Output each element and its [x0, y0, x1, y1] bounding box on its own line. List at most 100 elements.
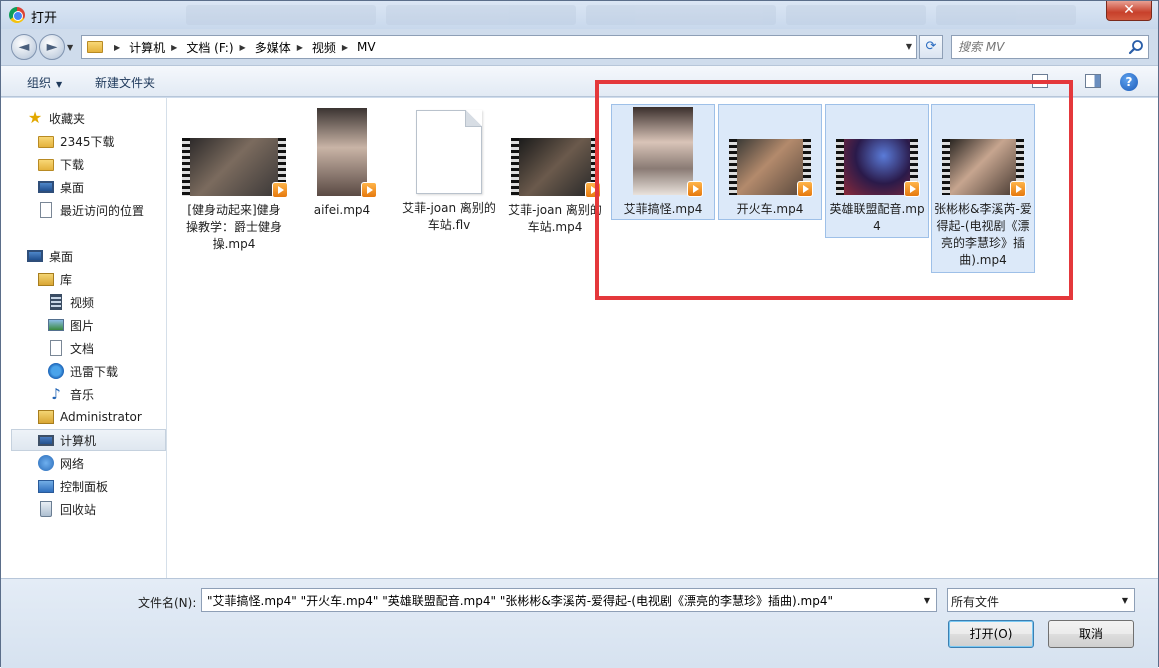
chevron-down-icon: ▼ [56, 80, 63, 89]
forward-button[interactable]: ► [39, 34, 65, 60]
organize-button[interactable]: 组织 ▼ [27, 74, 62, 91]
search-icon[interactable] [1128, 39, 1144, 55]
background-browser-tabs [186, 5, 1086, 25]
sidebar-item-computer[interactable]: 计算机 [11, 429, 166, 451]
computer-icon [38, 434, 54, 446]
file-item[interactable]: 张彬彬&李溪芮-爱得起-(电视剧《漂亮的李慧珍》插曲).mp4 [931, 104, 1035, 273]
sidebar-item-label: 网络 [60, 456, 85, 471]
sidebar-item-label: 桌面 [60, 180, 85, 195]
change-view-icon[interactable] [1032, 74, 1048, 88]
sidebar-item-label: Administrator [60, 410, 142, 424]
sidebar-item-label: 最近访问的位置 [60, 203, 145, 218]
recent-pages-chevron-down-icon[interactable]: ▼ [67, 43, 73, 52]
file-type-value: 所有文件 [951, 595, 1000, 609]
navigation-pane: ★ 收藏夹 2345下载 下载 桌面 最近访问的位置 桌面 库 视频 图片 文档… [1, 98, 167, 578]
play-icon [585, 182, 601, 198]
sidebar-item-label: 收藏夹 [49, 111, 86, 126]
filename-label: 文件名(N): [138, 596, 197, 610]
file-list: [健身动起来]健身操教学：爵士健身操.mp4 aifei.mp4 艾菲-joan… [168, 98, 1158, 578]
open-file-dialog: 打开 ✕ ◄ ► ▼ ▶ 计算机 ▶ 文档 (F:) ▶ 多媒体 ▶ 视频 ▶ … [0, 0, 1159, 668]
play-icon [361, 182, 377, 198]
library-icon [38, 272, 54, 286]
chevron-down-icon: ▼ [1121, 596, 1128, 605]
file-item[interactable]: aifei.mp4 [290, 108, 394, 219]
organize-label: 组织 [27, 76, 52, 90]
sidebar-item-label: 库 [60, 272, 73, 287]
filename-combobox[interactable]: ▼ [201, 588, 937, 612]
chevron-right-icon[interactable]: ▶ [114, 43, 120, 52]
file-type-select[interactable]: 所有文件 ▼ [947, 588, 1135, 612]
recent-places-icon [40, 202, 52, 218]
sidebar-item-label: 迅雷下载 [70, 364, 119, 379]
breadcrumb: ▶ 计算机 ▶ 文档 (F:) ▶ 多媒体 ▶ 视频 ▶ MV [108, 36, 376, 58]
breadcrumb-drive-f[interactable]: 文档 (F:) [186, 39, 233, 56]
file-name: 张彬彬&李溪芮-爱得起-(电视剧《漂亮的李慧珍》插曲).mp4 [934, 202, 1032, 267]
video-thumbnail [182, 138, 288, 198]
breadcrumb-video[interactable]: 视频 [312, 39, 336, 56]
video-thumbnail [633, 107, 703, 197]
control-panel-icon [38, 479, 54, 493]
file-item[interactable]: [健身动起来]健身操教学：爵士健身操.mp4 [182, 138, 288, 253]
close-button[interactable]: ✕ [1106, 1, 1152, 21]
chevron-right-icon[interactable]: ▶ [171, 43, 177, 52]
chevron-right-icon[interactable]: ▶ [342, 43, 348, 52]
cancel-button[interactable]: 取消 [1048, 620, 1134, 648]
sidebar-item-label: 控制面板 [60, 479, 109, 494]
user-folder-icon [38, 410, 54, 424]
download-icon [48, 363, 64, 379]
sidebar-item-label: 视频 [70, 295, 95, 310]
breadcrumb-computer[interactable]: 计算机 [129, 39, 165, 56]
music-icon: ♪ [51, 385, 61, 403]
sidebar-item-desktop[interactable]: 桌面 [27, 245, 191, 267]
help-icon[interactable]: ? [1120, 73, 1138, 91]
back-button[interactable]: ◄ [11, 34, 37, 60]
search-box[interactable] [951, 35, 1149, 59]
chevron-down-icon[interactable]: ▼ [924, 596, 930, 605]
desktop-icon [27, 250, 43, 262]
refresh-button[interactable]: ⟳ [919, 35, 943, 59]
documents-library-icon [50, 340, 62, 356]
open-button[interactable]: 打开(O) [948, 620, 1034, 648]
file-name: 英雄联盟配音.mp4 [829, 202, 925, 233]
file-name: 艾菲搞怪.mp4 [623, 202, 703, 216]
sidebar-item-favorites[interactable]: ★ 收藏夹 [27, 107, 191, 129]
address-history-chevron-down-icon[interactable]: ▼ [906, 42, 912, 51]
pictures-library-icon [48, 319, 64, 331]
breadcrumb-mv[interactable]: MV [357, 40, 376, 54]
command-toolbar: 组织 ▼ 新建文件夹 ? [1, 65, 1158, 97]
sidebar-item-label: 回收站 [60, 502, 97, 517]
downloads-folder-icon [38, 159, 54, 171]
file-item[interactable]: 艾菲-joan 离别的车站.flv [397, 110, 501, 234]
chevron-right-icon[interactable]: ▶ [240, 43, 246, 52]
star-icon: ★ [27, 108, 43, 127]
play-icon [687, 181, 703, 197]
sidebar-item-label: 图片 [70, 318, 95, 333]
file-item[interactable]: 艾菲搞怪.mp4 [611, 104, 715, 220]
preview-pane-icon[interactable] [1085, 74, 1101, 88]
file-item[interactable]: 英雄联盟配音.mp4 [825, 104, 929, 238]
play-icon [797, 181, 813, 197]
address-bar[interactable]: ▶ 计算机 ▶ 文档 (F:) ▶ 多媒体 ▶ 视频 ▶ MV ▼ [81, 35, 917, 59]
play-icon [272, 182, 288, 198]
bottom-panel: 文件名(N): ▼ 所有文件 ▼ 打开(O) 取消 [1, 578, 1158, 668]
sidebar-item-label: 下载 [60, 157, 85, 172]
chrome-icon [9, 7, 25, 23]
desktop-icon [38, 181, 54, 193]
file-name: [健身动起来]健身操教学：爵士健身操.mp4 [185, 203, 282, 251]
recycle-bin-icon [40, 501, 52, 517]
new-folder-button[interactable]: 新建文件夹 [95, 74, 155, 91]
video-thumbnail [836, 139, 920, 197]
breadcrumb-multimedia[interactable]: 多媒体 [255, 39, 291, 56]
generic-file-icon [416, 110, 482, 194]
folder-icon [38, 136, 54, 148]
network-icon [38, 455, 54, 471]
file-item[interactable]: 艾菲-joan 离别的车站.mp4 [503, 138, 607, 236]
file-name: 艾菲-joan 离别的车站.mp4 [508, 203, 602, 234]
search-input[interactable] [956, 38, 1126, 56]
file-item[interactable]: 开火车.mp4 [718, 104, 822, 220]
chevron-right-icon[interactable]: ▶ [297, 43, 303, 52]
video-thumbnail [729, 139, 813, 197]
filename-input[interactable] [205, 591, 913, 609]
sidebar-item-label: 桌面 [49, 249, 74, 264]
video-thumbnail [511, 138, 601, 198]
